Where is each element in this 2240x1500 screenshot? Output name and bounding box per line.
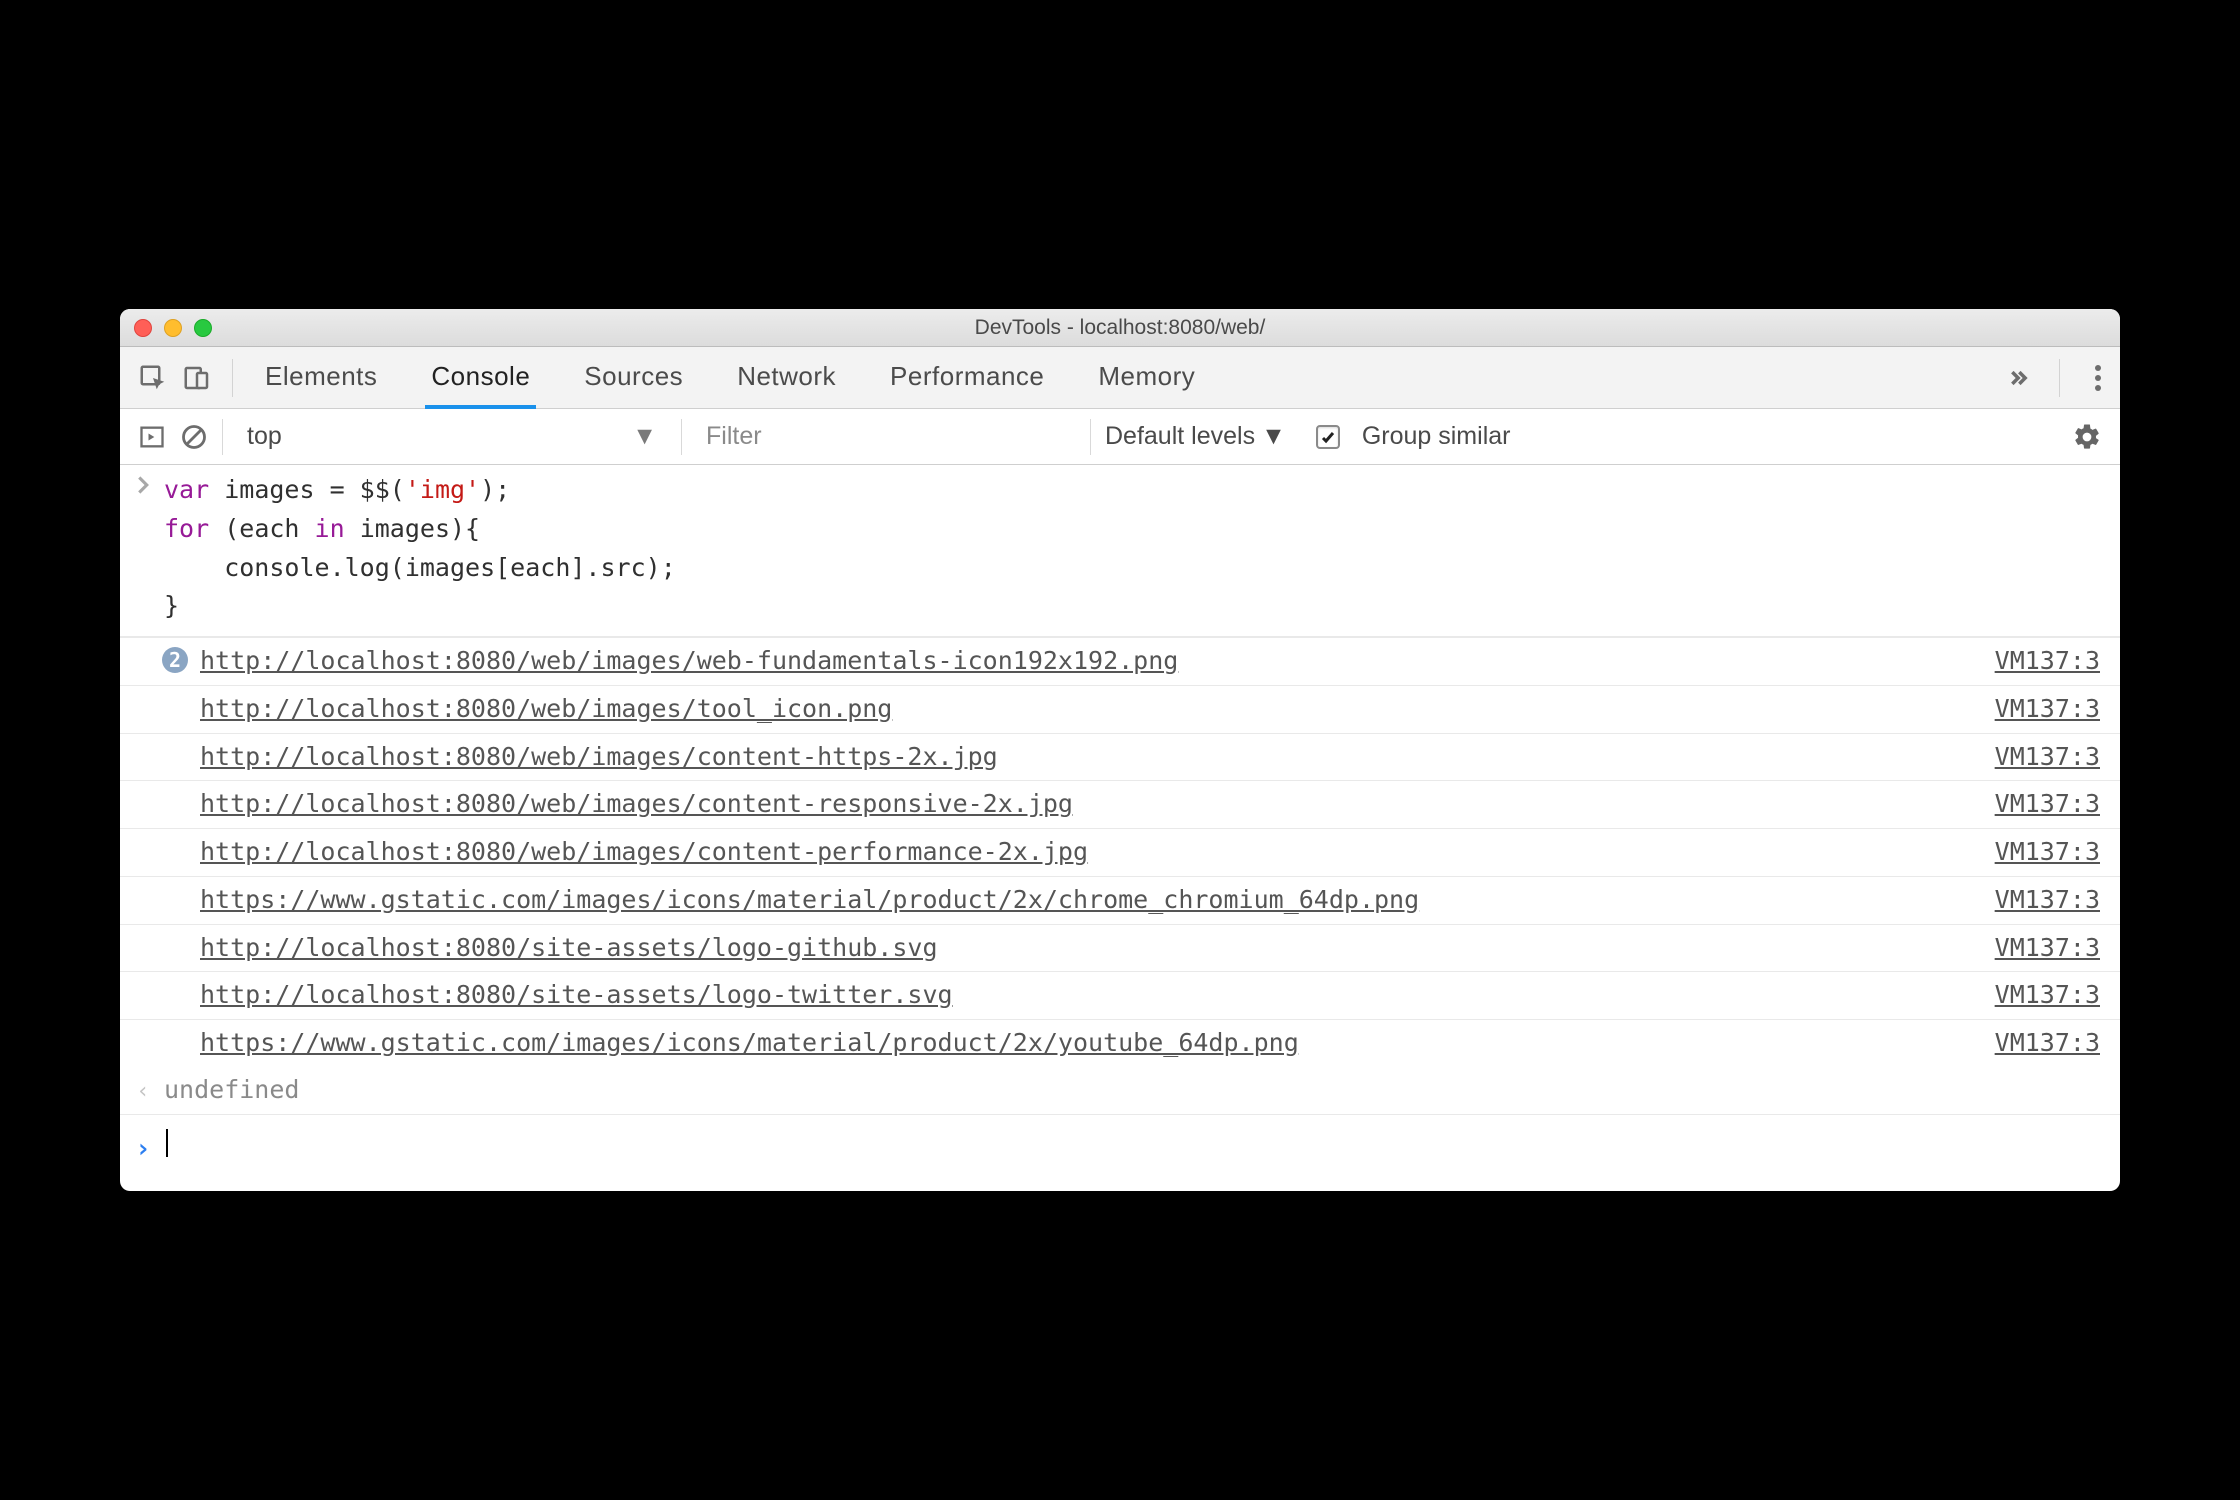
log-url[interactable]: http://localhost:8080/web/images/content… xyxy=(200,738,1967,777)
tab-sources[interactable]: Sources xyxy=(578,347,689,409)
console-input-echo: var images = $$('img'); for (each in ima… xyxy=(120,465,2120,637)
log-gutter xyxy=(132,929,152,933)
log-levels-selector[interactable]: Default levels ▼ xyxy=(1105,422,1286,451)
devtools-tabstrip: Elements Console Sources Network Performance… xyxy=(120,347,2120,409)
divider xyxy=(2059,359,2060,397)
log-url[interactable]: http://localhost:8080/web/images/web-fun… xyxy=(200,642,1967,681)
group-similar-label: Group similar xyxy=(1362,422,1511,451)
divider xyxy=(222,419,223,455)
source-location-link[interactable]: VM137:3 xyxy=(1995,929,2100,968)
console-log-row: http://localhost:8080/web/images/content… xyxy=(120,829,2120,877)
log-url[interactable]: http://localhost:8080/web/images/tool_ic… xyxy=(200,690,1967,729)
divider xyxy=(1090,419,1091,455)
toggle-device-toolbar-icon[interactable] xyxy=(182,363,212,393)
log-gutter xyxy=(132,690,152,694)
group-similar-checkbox[interactable] xyxy=(1316,425,1340,449)
log-url[interactable]: http://localhost:8080/site-assets/logo-t… xyxy=(200,976,1967,1015)
log-gutter xyxy=(132,642,152,646)
levels-label: Default levels xyxy=(1105,422,1255,451)
inspect-element-icon[interactable] xyxy=(138,363,168,393)
console-settings-icon[interactable] xyxy=(2072,422,2102,452)
console-log-row: https://www.gstatic.com/images/icons/mat… xyxy=(120,877,2120,925)
console-log-row: http://localhost:8080/web/images/content… xyxy=(120,734,2120,782)
source-location-link[interactable]: VM137:3 xyxy=(1995,1024,2100,1063)
console-return-row: ‹ undefined xyxy=(120,1067,2120,1115)
repeat-count-badge: 2 xyxy=(162,647,188,673)
log-url[interactable]: https://www.gstatic.com/images/icons/mat… xyxy=(200,881,1967,920)
log-gutter xyxy=(132,881,152,885)
console-log-row: http://localhost:8080/site-assets/logo-g… xyxy=(120,925,2120,973)
log-url[interactable]: http://localhost:8080/web/images/content… xyxy=(200,785,1967,824)
titlebar: DevTools - localhost:8080/web/ xyxy=(120,309,2120,347)
customize-devtools-icon[interactable] xyxy=(2094,363,2102,393)
log-gutter xyxy=(132,833,152,837)
context-label: top xyxy=(247,422,282,451)
source-location-link[interactable]: VM137:3 xyxy=(1995,785,2100,824)
tab-performance[interactable]: Performance xyxy=(884,347,1050,409)
more-tabs-icon[interactable] xyxy=(2003,364,2031,392)
log-gutter xyxy=(132,738,152,742)
divider xyxy=(232,359,233,397)
source-location-link[interactable]: VM137:3 xyxy=(1995,738,2100,777)
code-input: var images = $$('img'); for (each in ima… xyxy=(164,471,2100,626)
log-url[interactable]: https://www.gstatic.com/images/icons/mat… xyxy=(200,1024,1967,1063)
source-location-link[interactable]: VM137:3 xyxy=(1995,833,2100,872)
close-window-button[interactable] xyxy=(134,319,152,337)
console-log-row: http://localhost:8080/site-assets/logo-t… xyxy=(120,972,2120,1020)
execution-context-selector[interactable]: top ▼ xyxy=(237,420,667,453)
traffic-lights xyxy=(134,319,212,337)
tab-network[interactable]: Network xyxy=(731,347,842,409)
source-location-link[interactable]: VM137:3 xyxy=(1995,976,2100,1015)
log-url[interactable]: http://localhost:8080/web/images/content… xyxy=(200,833,1967,872)
log-gutter xyxy=(132,1024,152,1028)
source-location-link[interactable]: VM137:3 xyxy=(1995,690,2100,729)
filter-input[interactable] xyxy=(696,418,1076,455)
zoom-window-button[interactable] xyxy=(194,319,212,337)
return-value: undefined xyxy=(164,1071,2100,1110)
console-log-row: https://www.gstatic.com/images/icons/mat… xyxy=(120,1020,2120,1067)
console-log-row: http://localhost:8080/web/images/content… xyxy=(120,781,2120,829)
show-console-sidebar-icon[interactable] xyxy=(138,423,166,451)
chevron-down-icon: ▼ xyxy=(632,422,657,451)
clear-console-icon[interactable] xyxy=(180,423,208,451)
devtools-window: DevTools - localhost:8080/web/ Elements C… xyxy=(120,309,2120,1191)
tab-console[interactable]: Console xyxy=(425,347,536,409)
source-location-link[interactable]: VM137:3 xyxy=(1995,881,2100,920)
console-log-row: http://localhost:8080/web/images/tool_ic… xyxy=(120,686,2120,734)
log-gutter xyxy=(132,976,152,980)
tabstrip-right xyxy=(2003,359,2102,397)
tab-elements[interactable]: Elements xyxy=(259,347,383,409)
console-log-row: 2 http://localhost:8080/web/images/web-fu… xyxy=(120,637,2120,686)
minimize-window-button[interactable] xyxy=(164,319,182,337)
window-title: DevTools - localhost:8080/web/ xyxy=(120,316,2120,340)
panel-tabs: Elements Console Sources Network Performance… xyxy=(259,347,1989,408)
log-url[interactable]: http://localhost:8080/site-assets/logo-g… xyxy=(200,929,1967,968)
divider xyxy=(681,419,682,455)
source-location-link[interactable]: VM137:3 xyxy=(1995,642,2100,681)
text-cursor xyxy=(166,1129,168,1157)
input-caret-icon xyxy=(132,471,154,495)
chevron-down-icon: ▼ xyxy=(1261,422,1286,451)
prompt-caret-icon: › xyxy=(132,1125,154,1169)
log-gutter xyxy=(132,785,152,789)
console-toolbar: top ▼ Default levels ▼ Group similar xyxy=(120,409,2120,465)
return-arrow-icon: ‹ xyxy=(132,1071,154,1109)
tab-memory[interactable]: Memory xyxy=(1092,347,1201,409)
console-output: var images = $$('img'); for (each in ima… xyxy=(120,465,2120,1191)
console-prompt[interactable]: › xyxy=(120,1115,2120,1191)
